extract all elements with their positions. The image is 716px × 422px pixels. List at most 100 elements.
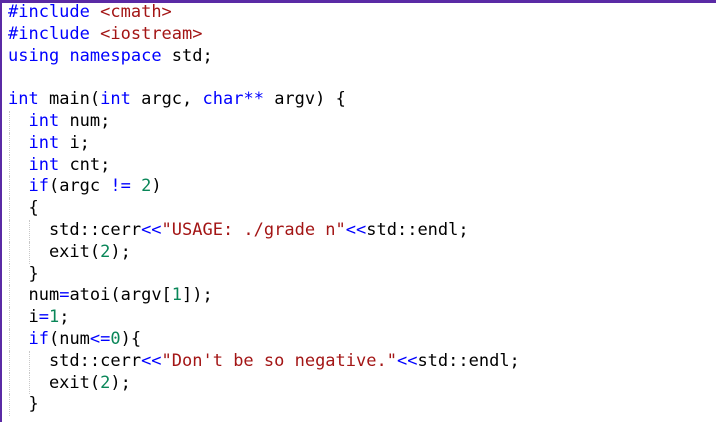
- indent-guide: [29, 241, 30, 264]
- indent-guide: [9, 219, 10, 242]
- indent-guide: [29, 372, 30, 395]
- code-token: <<: [396, 350, 418, 371]
- editor-left-border: [0, 0, 2, 422]
- code-token: namespace: [69, 45, 162, 66]
- indent-guide: [9, 263, 10, 286]
- code-token: (num: [48, 328, 90, 349]
- code-token: 1: [171, 285, 183, 306]
- code-editor[interactable]: #include <cmath> #include <iostream> using…: [0, 0, 716, 422]
- indent-guide: [9, 372, 10, 395]
- code-token: }: [8, 263, 39, 284]
- code-token: ]);: [182, 285, 213, 306]
- code-token: 2: [141, 176, 152, 197]
- code-token: std::endl;: [366, 219, 469, 240]
- code-token: ){: [120, 328, 142, 349]
- code-line[interactable]: int cnt;: [8, 154, 520, 177]
- code-line[interactable]: exit(2);: [8, 372, 520, 395]
- indent-guide: [9, 198, 10, 220]
- code-token: <<: [141, 219, 162, 240]
- code-token: );: [110, 372, 131, 393]
- code-line[interactable]: if(num<=0){: [8, 328, 520, 351]
- code-line[interactable]: exit(2);: [8, 241, 520, 264]
- indent-guide: [9, 110, 10, 133]
- code-token: int: [8, 89, 39, 110]
- code-token: if: [28, 176, 49, 197]
- code-line[interactable]: #include <cmath>: [8, 2, 520, 24]
- code-line[interactable]: i=1;: [8, 307, 520, 329]
- code-token: <cmath>: [100, 2, 172, 22]
- code-line[interactable]: }: [8, 263, 520, 286]
- code-token: <<: [345, 219, 367, 240]
- code-token: i;: [59, 132, 90, 153]
- code-token: "USAGE: ./grade n": [161, 219, 346, 240]
- code-token: !=: [110, 176, 131, 197]
- code-line[interactable]: using namespace std;: [8, 46, 520, 68]
- indent-guide: [9, 241, 10, 264]
- code-line[interactable]: int main(int argc, char** argv) {: [8, 89, 520, 111]
- code-token: );: [110, 241, 131, 262]
- code-token: }: [8, 394, 39, 415]
- code-token: #include: [8, 23, 90, 44]
- code-token: cnt;: [59, 154, 111, 175]
- code-token: std::endl;: [417, 350, 520, 371]
- code-line[interactable]: if(argc != 2): [8, 176, 520, 199]
- indent-guide: [9, 132, 10, 155]
- code-token: 2: [100, 241, 111, 262]
- indent-guide: [9, 154, 10, 177]
- code-token: int: [100, 89, 131, 110]
- indent-guide: [9, 176, 10, 199]
- code-token: int: [28, 110, 60, 131]
- code-token: ;: [59, 307, 70, 328]
- code-token: std::cerr: [8, 350, 142, 371]
- indent-guide: [29, 350, 30, 373]
- code-token: <iostream>: [100, 23, 203, 44]
- code-token: 0: [110, 328, 121, 349]
- indent-guide: [9, 285, 10, 308]
- code-token: exit(: [8, 372, 101, 393]
- code-token: ): [151, 176, 162, 197]
- code-token: #include: [8, 2, 90, 22]
- code-line[interactable]: }: [8, 394, 520, 417]
- code-token: atoi(argv[: [69, 285, 172, 306]
- indent-guide: [9, 328, 10, 351]
- code-token: **: [243, 89, 264, 110]
- code-line[interactable]: num=atoi(argv[1]);: [8, 285, 520, 308]
- code-line[interactable]: int num;: [8, 110, 520, 133]
- indent-guide: [9, 394, 10, 417]
- code-token: =: [59, 285, 70, 306]
- code-token: "Don't be so negative.": [161, 350, 397, 371]
- code-line[interactable]: std::cerr<<"Don't be so negative."<<std:…: [8, 350, 520, 373]
- code-token: argc,: [130, 89, 203, 110]
- indent-guide: [9, 350, 10, 373]
- indent-guide: [29, 219, 30, 242]
- code-line[interactable]: {: [8, 198, 520, 220]
- code-line[interactable]: #include <iostream>: [8, 24, 520, 46]
- code-token: <=: [89, 328, 111, 349]
- code-line[interactable]: int i;: [8, 132, 520, 155]
- code-token: 2: [100, 372, 111, 393]
- code-area[interactable]: #include <cmath> #include <iostream> using…: [8, 2, 520, 417]
- code-token: 1: [48, 307, 60, 328]
- code-line[interactable]: std::cerr<<"USAGE: ./grade n"<<std::endl…: [8, 219, 520, 242]
- code-token: std::cerr: [8, 219, 142, 240]
- code-token: exit(: [8, 241, 101, 262]
- code-token: int: [28, 132, 60, 153]
- code-token: main(: [38, 89, 101, 110]
- code-token: =: [38, 307, 49, 328]
- code-token: char: [202, 89, 244, 110]
- code-token: <<: [141, 350, 162, 371]
- code-token: if: [28, 328, 49, 349]
- code-token: num: [8, 285, 60, 306]
- code-token: int: [28, 154, 60, 175]
- code-token: i: [8, 307, 39, 328]
- code-token: (argc: [48, 176, 111, 197]
- code-line[interactable]: [8, 67, 520, 89]
